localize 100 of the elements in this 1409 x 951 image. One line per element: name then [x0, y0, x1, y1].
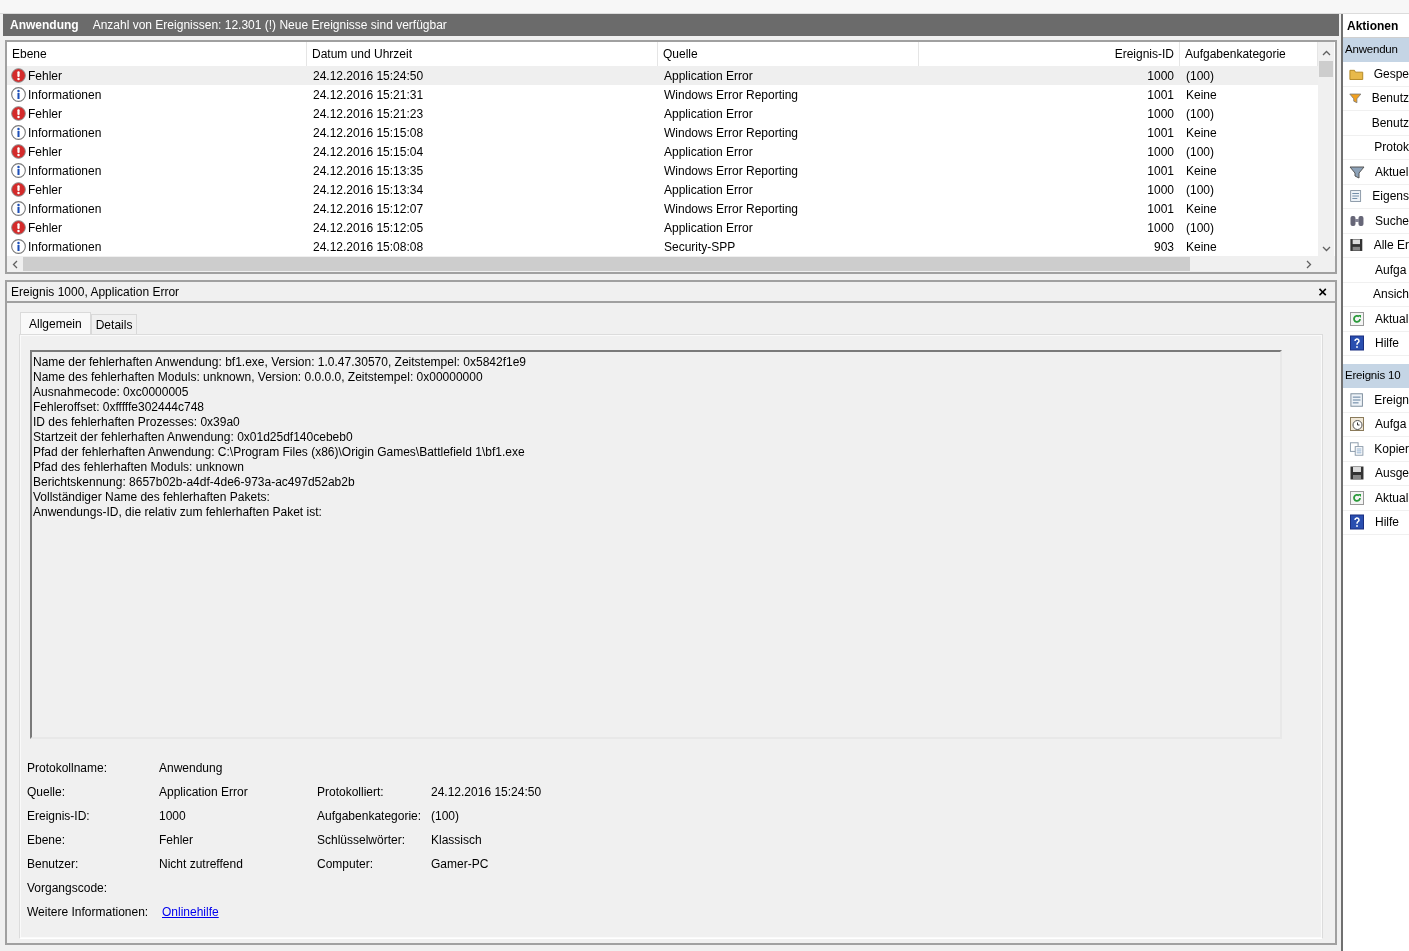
action-item[interactable]: Alle Er: [1343, 233, 1409, 258]
datetime-cell: 24.12.2016 15:12:05: [313, 220, 424, 235]
scroll-down-icon[interactable]: [1321, 246, 1331, 252]
tab[interactable]: Allgemein: [20, 312, 91, 334]
refresh-icon: [1349, 489, 1365, 506]
level-cell-text: Fehler: [28, 67, 62, 85]
source-cell: Windows Error Reporting: [664, 87, 799, 102]
category-cell: (100): [1186, 182, 1214, 197]
property-value: Klassisch: [431, 832, 482, 849]
event-row[interactable]: Fehler 24.12.2016 15:24:50 Application Error 1000 (100): [7, 66, 1318, 85]
error-icon: [11, 144, 26, 159]
help-icon: [1349, 514, 1365, 531]
action-item[interactable]: Aufga: [1343, 412, 1409, 437]
properties-icon: [1349, 391, 1365, 408]
scroll-up-icon[interactable]: [1321, 50, 1331, 56]
level-cell-text: Fehler: [28, 105, 62, 123]
scrollbar-thumb[interactable]: [23, 257, 1190, 271]
property-label: Benutzer:: [27, 856, 80, 873]
description-line: Berichtskennung: 8657b02b-a4df-4de6-973a-ac497d52ab2b: [33, 475, 356, 490]
source-cell: Security-SPP: [664, 239, 736, 254]
level-cell-text: Fehler: [28, 143, 62, 161]
datetime-cell: 24.12.2016 15:21:31: [313, 87, 424, 102]
property-label: Ebene:: [27, 832, 67, 849]
help-icon: [1349, 335, 1365, 352]
datetime-cell: 24.12.2016 15:15:04: [313, 144, 424, 159]
close-button[interactable]: ×: [1314, 284, 1331, 299]
property-value: Gamer-PC: [431, 856, 489, 873]
property-label: Aufgabenkategorie:: [317, 808, 423, 825]
filter-icon: [1349, 163, 1365, 180]
copy-icon: [1349, 440, 1365, 457]
description-line: Pfad des fehlerhaften Moduls: unknown: [33, 460, 245, 475]
source-cell: Application Error: [664, 220, 753, 235]
action-item[interactable]: Eigens: [1343, 184, 1409, 209]
level-cell-text: Informationen: [28, 200, 102, 218]
description-line: Name der fehlerhaften Anwendung: bf1.exe, Version: 1.0.47.30570, Zeitstempel: 0x5842f1e9: [33, 355, 527, 370]
property-label: Weitere Informationen:: [27, 904, 150, 921]
property-value: Fehler: [159, 832, 194, 849]
event-id-cell: 1001: [1147, 87, 1174, 102]
datetime-cell: 24.12.2016 15:08:08: [313, 239, 424, 254]
source-cell: Application Error: [664, 182, 753, 197]
property-label: Vorgangscode:: [27, 880, 109, 897]
error-icon: [11, 220, 26, 235]
info-icon: [11, 239, 26, 254]
action-item[interactable]: Suche: [1343, 209, 1409, 234]
horizontal-scrollbar[interactable]: [7, 256, 1335, 272]
action-item[interactable]: Aufga: [1343, 258, 1409, 283]
action-item[interactable]: Aktuel: [1343, 160, 1409, 185]
vertical-scrollbar[interactable]: [1318, 42, 1334, 256]
action-item[interactable]: Ausge: [1343, 461, 1409, 486]
action-item[interactable]: Benutz: [1343, 86, 1409, 111]
action-item[interactable]: Protok: [1343, 135, 1409, 160]
info-icon: [11, 201, 26, 216]
description-line: Fehleroffset: 0xfffffe302444c748: [33, 400, 206, 415]
error-icon: [11, 182, 26, 197]
event-id-cell: 1001: [1147, 125, 1174, 140]
description-line: Vollständiger Name des fehlerhaften Pakets:: [33, 490, 271, 505]
property-value: Application Error: [159, 784, 249, 801]
source-cell: Application Error: [664, 68, 753, 83]
category-cell: (100): [1186, 220, 1214, 235]
description-line: ID des fehlerhaften Prozesses: 0x39a0: [33, 415, 241, 430]
category-cell: Keine: [1186, 201, 1217, 216]
actions-section-header[interactable]: Ereignis 10: [1343, 364, 1409, 388]
info-icon: [11, 163, 26, 178]
action-item[interactable]: Aktual: [1343, 486, 1409, 511]
actions-section-header[interactable]: Anwendun: [1343, 38, 1409, 62]
online-help-link[interactable]: Onlinehilfe: [162, 903, 219, 921]
action-item[interactable]: Hilfe: [1343, 331, 1409, 356]
info-icon: [11, 125, 26, 140]
event-id-cell: 1000: [1147, 106, 1174, 121]
category-cell: Keine: [1186, 87, 1217, 102]
clock-icon: [1349, 416, 1365, 433]
source-cell: Windows Error Reporting: [664, 201, 799, 216]
action-item[interactable]: Ereign: [1343, 388, 1409, 413]
datetime-cell: 24.12.2016 15:13:34: [313, 182, 424, 197]
category-cell: Keine: [1186, 163, 1217, 178]
action-item[interactable]: Benutz: [1343, 111, 1409, 136]
datetime-cell: 24.12.2016 15:13:35: [313, 163, 424, 178]
description-line: Anwendungs-ID, die relativ zum fehlerhaften Paket ist:: [33, 505, 323, 520]
description-line: Ausnahmecode: 0xc0000005: [33, 385, 190, 400]
detail-title: Ereignis 1000, Application Error: [11, 283, 180, 301]
category-cell: (100): [1186, 68, 1214, 83]
action-item[interactable]: Ansich: [1343, 282, 1409, 307]
scrollbar-thumb[interactable]: [1319, 61, 1333, 77]
datetime-cell: 24.12.2016 15:24:50: [313, 68, 424, 83]
error-icon: [11, 68, 26, 83]
source-cell: Windows Error Reporting: [664, 125, 799, 140]
property-label: Quelle:: [27, 784, 67, 801]
level-cell-text: Fehler: [28, 181, 62, 199]
tab[interactable]: Details: [90, 314, 138, 334]
level-cell-text: Informationen: [28, 162, 102, 180]
action-item[interactable]: Hilfe: [1343, 510, 1409, 535]
category-cell: (100): [1186, 106, 1214, 121]
event-id-cell: 903: [1153, 239, 1174, 254]
level-cell-text: Informationen: [28, 86, 102, 104]
action-item[interactable]: Kopier: [1343, 437, 1409, 462]
action-item[interactable]: Gespe: [1343, 62, 1409, 87]
action-item[interactable]: Aktual: [1343, 307, 1409, 332]
source-cell: Windows Error Reporting: [664, 163, 799, 178]
description-line: Pfad der fehlerhaften Anwendung: C:\Program Files (x86)\Origin Games\Battlefield 1\bf1.exe: [33, 445, 526, 460]
description-line: Startzeit der fehlerhaften Anwendung: 0x01d25df140cebeb0: [33, 430, 354, 445]
